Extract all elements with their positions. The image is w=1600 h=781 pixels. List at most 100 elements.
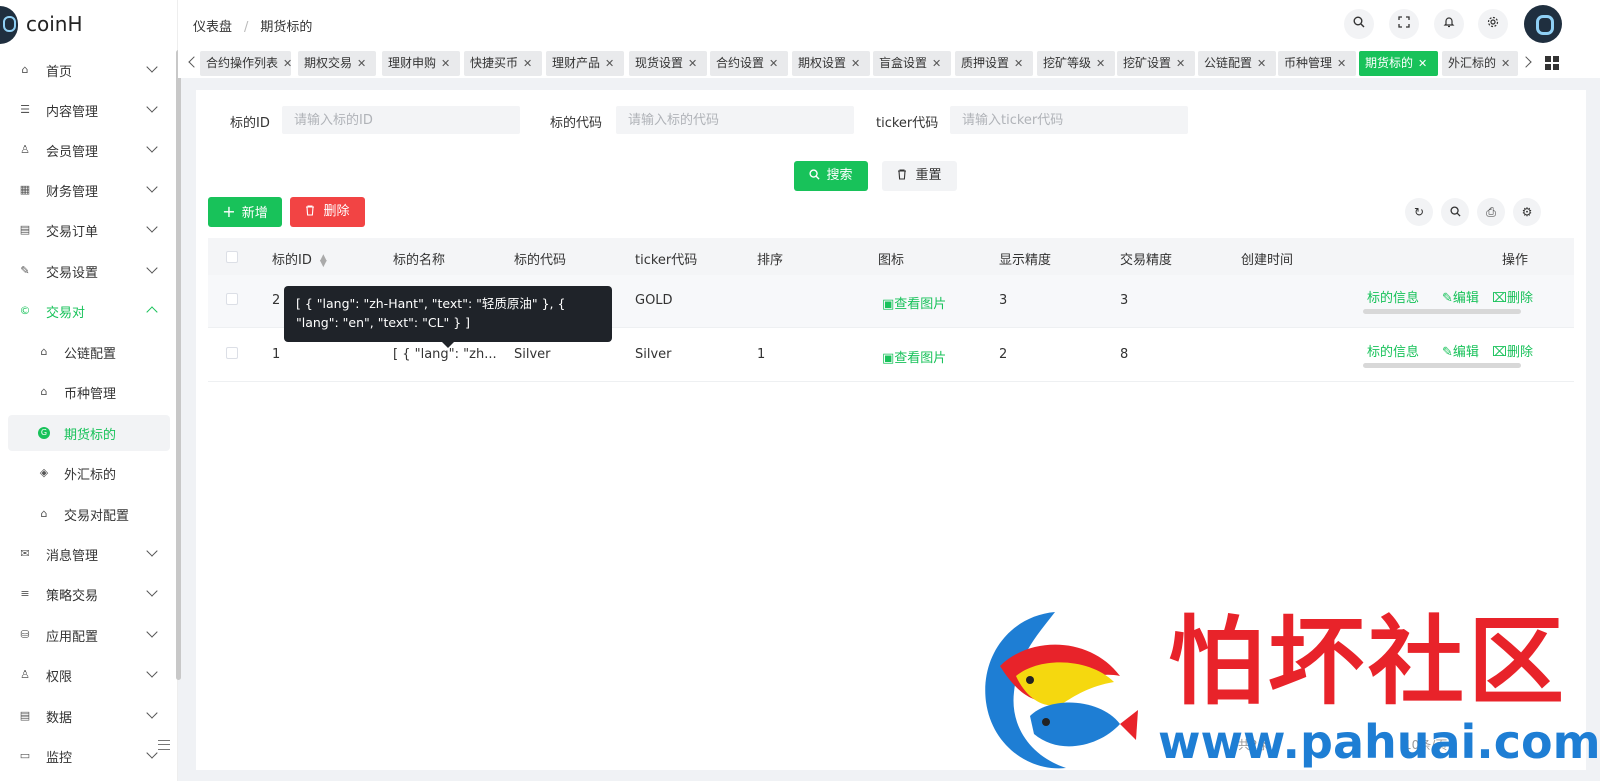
row-checkbox[interactable]	[226, 293, 238, 305]
sidebar-item-strategy[interactable]: ≡ 策略交易	[8, 576, 170, 612]
close-icon[interactable]: ✕	[1014, 57, 1023, 70]
sort-icon[interactable]: ▲ ▼	[320, 253, 327, 268]
close-icon[interactable]: ✕	[1418, 57, 1427, 70]
tab-staking-settings[interactable]: 质押设置 ✕	[955, 51, 1033, 76]
sidebar-subitem-label: 外汇标的	[64, 467, 117, 483]
tab-options-trade[interactable]: 期权交易 ✕	[298, 51, 376, 76]
tab-contract-settings[interactable]: 合约设置 ✕	[710, 51, 788, 76]
add-button[interactable]: + 新增	[208, 197, 282, 227]
actions-scrollbar[interactable]	[1363, 363, 1521, 368]
edit-link[interactable]: ✎编辑	[1442, 341, 1479, 360]
reset-button[interactable]: 重置	[882, 161, 957, 191]
sidebar-item-label: 首页	[46, 64, 73, 80]
sidebar-subitem-chain-config[interactable]: ⌂ 公链配置	[8, 334, 170, 370]
ticker-code-input[interactable]	[950, 106, 1188, 134]
tab-wealth-subscribe[interactable]: 理财申购 ✕	[382, 51, 460, 76]
sidebar-item-monitor[interactable]: ▭ 监控	[8, 738, 170, 774]
close-icon[interactable]: ✕	[1337, 57, 1346, 70]
close-icon[interactable]: ✕	[769, 57, 778, 70]
sidebar-scrollbar[interactable]	[176, 50, 181, 680]
sidebar-item-app-config[interactable]: ⛁ 应用配置	[8, 617, 170, 653]
tab-futures-active[interactable]: 期货标的 ✕	[1359, 51, 1438, 76]
sidebar-item-orders[interactable]: ▤ 交易订单	[8, 212, 170, 248]
sidebar-item-permissions[interactable]: ♙ 权限	[8, 657, 170, 693]
tabs-scroll-right-icon[interactable]	[1520, 56, 1532, 68]
close-icon[interactable]: ✕	[851, 57, 860, 70]
sidebar-subitem-futures[interactable]: G 期货标的	[8, 415, 170, 451]
actions-scrollbar[interactable]	[1363, 309, 1521, 314]
close-icon[interactable]: ✕	[1501, 57, 1510, 70]
sidebar-item-members[interactable]: ♙ 会员管理	[8, 132, 170, 168]
target-info-link[interactable]: 标的信息	[1367, 287, 1419, 306]
row-checkbox[interactable]	[226, 347, 238, 359]
logo[interactable]: coinH	[0, 4, 178, 44]
sidebar-item-data[interactable]: ▤ 数据	[8, 698, 170, 734]
target-info-link[interactable]: 标的信息	[1367, 341, 1419, 360]
column-settings-icon[interactable]: ⚙	[1513, 198, 1541, 226]
cell-name[interactable]: [ { "lang": "zh...	[393, 347, 497, 362]
tab-forex[interactable]: 外汇标的 ✕	[1442, 51, 1518, 76]
tabs-scroll-left-icon[interactable]	[188, 56, 200, 68]
tab-currency-manage[interactable]: 币种管理 ✕	[1278, 51, 1356, 76]
finance-icon: ▦	[19, 183, 31, 196]
breadcrumb-separator: /	[244, 20, 249, 35]
cell-sort: 1	[757, 347, 766, 362]
tab-mining-settings[interactable]: 挖矿设置 ✕	[1117, 51, 1195, 76]
tab-mining-level[interactable]: 挖矿等级 ✕	[1037, 51, 1115, 76]
sidebar-item-finance[interactable]: ▦ 财务管理	[8, 172, 170, 208]
delete-link[interactable]: ⌧删除	[1492, 341, 1533, 360]
collapse-menu-icon[interactable]	[158, 740, 170, 750]
search-icon[interactable]	[1344, 9, 1374, 39]
select-all-checkbox[interactable]	[226, 251, 238, 263]
delete-button[interactable]: 删除	[290, 197, 365, 227]
sidebar-subitem-pair-config[interactable]: ⌂ 交易对配置	[8, 496, 170, 532]
refresh-icon[interactable]: ↻	[1405, 198, 1433, 226]
breadcrumb-dashboard[interactable]: 仪表盘	[193, 20, 232, 35]
close-icon[interactable]: ✕	[523, 57, 532, 70]
search-icon	[809, 169, 821, 180]
tab-contract-ops[interactable]: 合约操作列表 ✕	[200, 51, 292, 76]
tab-wealth-products[interactable]: 理财产品 ✕	[546, 51, 624, 76]
chevron-down-icon	[146, 666, 158, 678]
tabs-menu-grid-icon[interactable]	[1545, 56, 1559, 70]
delete-link[interactable]: ⌧删除	[1492, 287, 1533, 306]
user-avatar[interactable]	[1524, 5, 1562, 43]
close-icon[interactable]: ✕	[283, 57, 292, 70]
tab-spot-settings[interactable]: 现货设置 ✕	[629, 51, 707, 76]
close-icon[interactable]: ✕	[357, 57, 366, 70]
target-id-input[interactable]	[282, 106, 520, 134]
sidebar-item-home[interactable]: ⌂ 首页	[8, 52, 170, 88]
sidebar-item-trade-settings[interactable]: ✎ 交易设置	[8, 253, 170, 289]
view-image-link[interactable]: ▣查看图片	[882, 347, 946, 366]
target-code-input[interactable]	[616, 106, 854, 134]
tab-chain-config[interactable]: 公链配置 ✕	[1198, 51, 1276, 76]
sidebar-subitem-forex[interactable]: ◈ 外汇标的	[8, 455, 170, 491]
close-icon[interactable]: ✕	[1176, 57, 1185, 70]
close-icon[interactable]: ✕	[1096, 57, 1105, 70]
chevron-down-icon	[146, 747, 158, 759]
edit-link[interactable]: ✎编辑	[1442, 287, 1479, 306]
close-icon[interactable]: ✕	[605, 57, 614, 70]
view-image-link[interactable]: ▣查看图片	[882, 293, 946, 312]
tab-blindbox-settings[interactable]: 盲盒设置 ✕	[873, 51, 951, 76]
sidebar-subitem-currency[interactable]: ⌂ 币种管理	[8, 374, 170, 410]
settings-icon[interactable]	[1478, 9, 1508, 39]
target-code-label: 标的代码	[550, 116, 603, 131]
col-header-id[interactable]: 标的ID ▲ ▼	[272, 249, 327, 268]
close-icon[interactable]: ✕	[688, 57, 697, 70]
home-icon: ⌂	[40, 345, 48, 358]
chevron-down-icon	[146, 545, 158, 557]
close-icon[interactable]: ✕	[1257, 57, 1266, 70]
tab-options-settings[interactable]: 期权设置 ✕	[792, 51, 870, 76]
fullscreen-icon[interactable]	[1389, 9, 1419, 39]
close-icon[interactable]: ✕	[932, 57, 941, 70]
bell-icon[interactable]	[1434, 9, 1464, 39]
search-toggle-icon[interactable]	[1441, 198, 1469, 226]
tab-quick-buy[interactable]: 快捷买币 ✕	[464, 51, 542, 76]
sidebar-item-messages[interactable]: ✉ 消息管理	[8, 536, 170, 572]
search-button[interactable]: 搜索	[794, 161, 868, 191]
close-icon[interactable]: ✕	[441, 57, 450, 70]
sidebar-item-trading-pairs[interactable]: © 交易对	[8, 293, 170, 329]
sidebar-item-content[interactable]: ☰ 内容管理	[8, 92, 170, 128]
print-icon[interactable]: ⎙	[1477, 198, 1505, 226]
